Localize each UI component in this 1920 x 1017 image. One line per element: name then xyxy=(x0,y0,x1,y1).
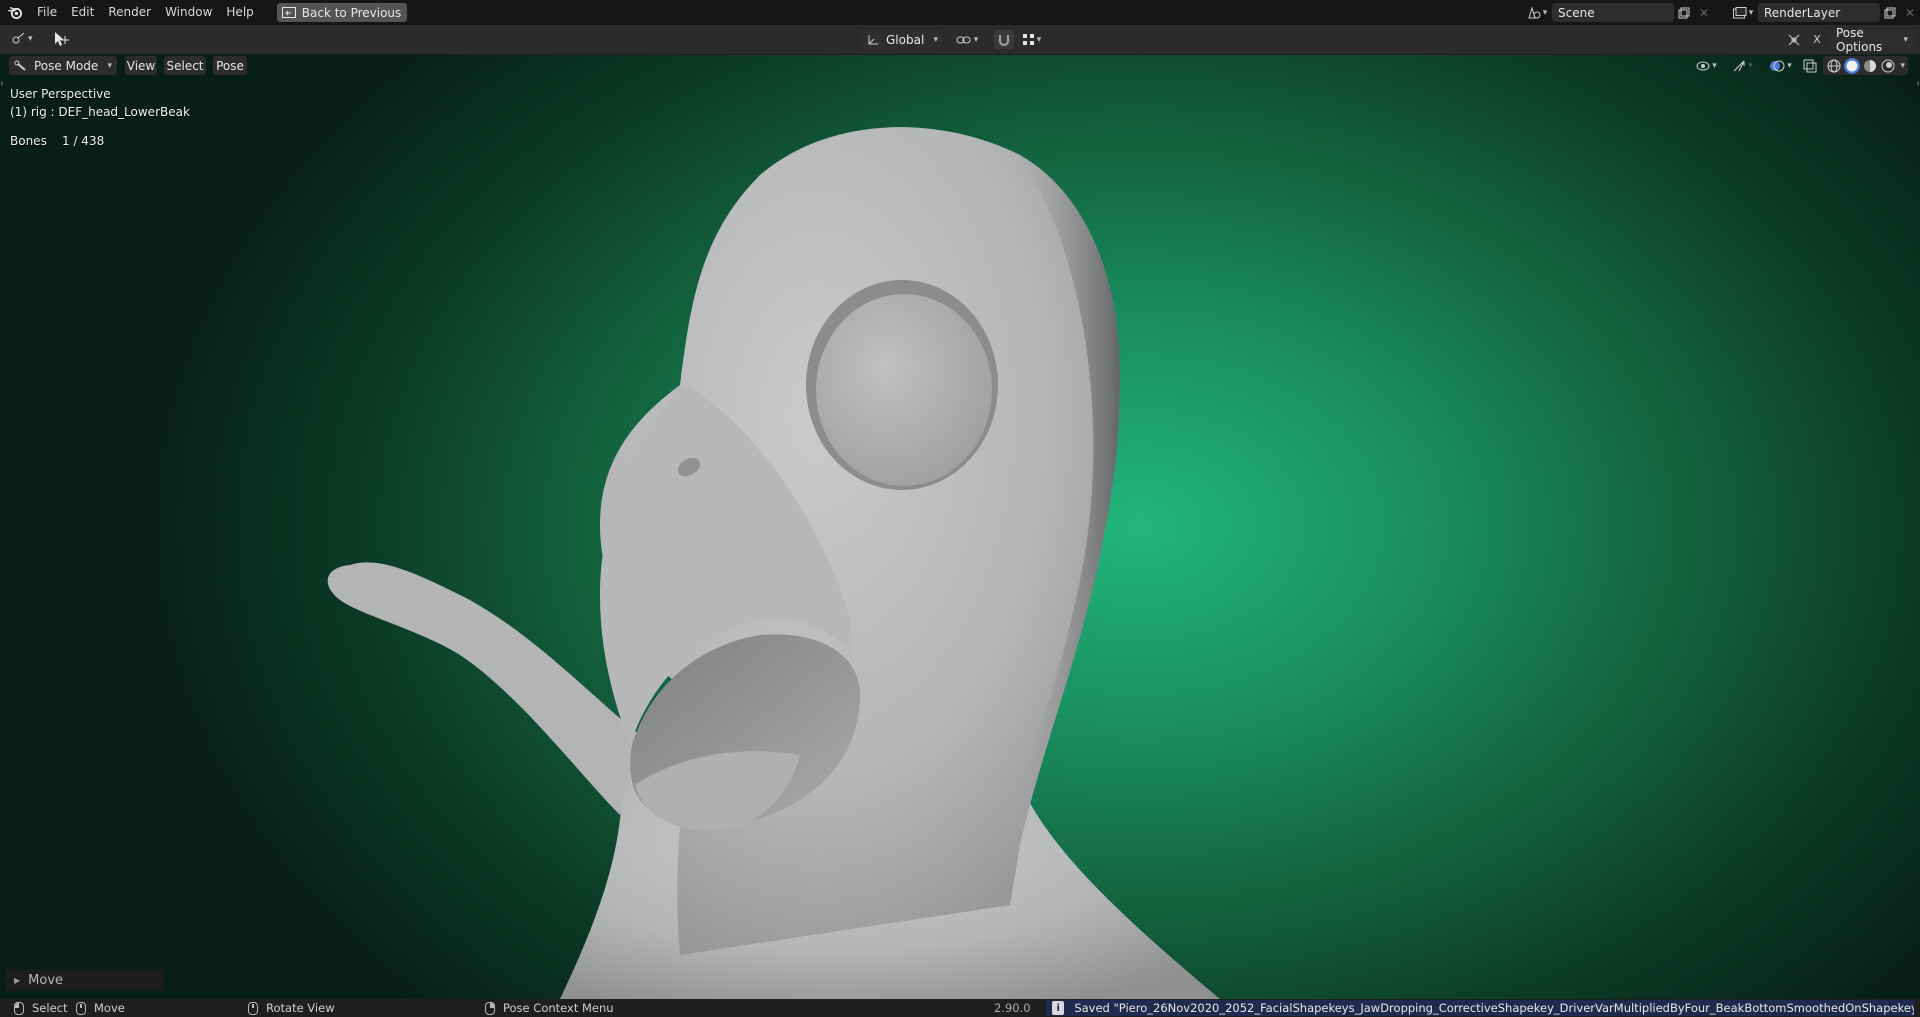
new-view-layer-icon[interactable] xyxy=(1880,3,1900,22)
3d-viewport[interactable]: Pose Mode ▾ View Select Pose ▾ ▾ ▾ ▾ › ‹… xyxy=(0,55,1920,999)
right-mouse-icon xyxy=(485,1001,495,1015)
delete-view-layer-icon[interactable]: ✕ xyxy=(1900,3,1920,22)
saved-report-message[interactable]: i Saved "Piero_26Nov2020_2052_FacialShap… xyxy=(1046,1000,1914,1016)
transform-affect-icon[interactable] xyxy=(1784,30,1804,49)
rendered-shading-icon[interactable] xyxy=(1880,58,1896,74)
gizmo-icon xyxy=(1733,60,1745,71)
scene-browse-button[interactable]: ▾ xyxy=(1522,3,1552,22)
bones-stat-value: 1 / 438 xyxy=(62,134,105,148)
back-to-previous-button[interactable]: Back to Previous xyxy=(276,3,408,22)
status-select-hint: Select xyxy=(14,999,67,1017)
toolbar-expand-arrow-icon[interactable]: › xyxy=(0,79,4,89)
transform-orientation-value: Global xyxy=(886,32,925,47)
top-menu-bar: File Edit Render Window Help Back to Pre… xyxy=(0,0,1920,25)
viewport-shading-controls: ▾ ▾ ▾ ▾ xyxy=(1691,56,1908,75)
delete-scene-icon[interactable]: ✕ xyxy=(1694,3,1714,22)
status-context-hint: Pose Context Menu xyxy=(485,999,614,1017)
overlays-icon xyxy=(1770,60,1785,71)
shading-options-dropdown[interactable]: ▾ xyxy=(1900,61,1905,71)
tool-settings-bar: ▾ Global ▾ ▾ ▾ X Pose Options ▾ xyxy=(0,25,1920,55)
x-mirror-toggle[interactable]: X xyxy=(1810,30,1824,49)
middle-mouse-icon xyxy=(76,1001,86,1015)
bones-stat-label: Bones xyxy=(10,134,47,148)
snap-target-dropdown[interactable]: ▾ xyxy=(1018,30,1046,49)
xray-toggle[interactable] xyxy=(1800,56,1820,75)
overlays-toggle[interactable]: ▾ xyxy=(1763,56,1797,75)
version-label: 2.90.0 xyxy=(994,1001,1031,1015)
viewport-header: Pose Mode ▾ View Select Pose ▾ ▾ ▾ ▾ xyxy=(0,55,1920,75)
scene-name-field[interactable]: Scene xyxy=(1552,3,1674,22)
menu-render[interactable]: Render xyxy=(101,0,158,25)
scene-icon xyxy=(1528,5,1541,18)
transform-orientation-dropdown[interactable]: Global ▾ xyxy=(862,30,942,49)
active-tool-button[interactable] xyxy=(51,30,71,48)
menu-file[interactable]: File xyxy=(30,0,64,25)
blender-logo-icon[interactable] xyxy=(7,4,24,21)
last-operator-label: Move xyxy=(28,972,64,988)
pose-mode-icon xyxy=(14,60,26,71)
expand-triangle-icon: ▶ xyxy=(14,975,21,985)
saved-message-text: Saved "Piero_26Nov2020_2052_FacialShapek… xyxy=(1074,1001,1914,1015)
visibility-dropdown[interactable]: ▾ xyxy=(1691,56,1721,75)
pivot-link-icon xyxy=(956,36,971,43)
screen-back-icon xyxy=(281,6,296,18)
interaction-mode-value: Pose Mode xyxy=(34,58,99,73)
orientation-axes-icon xyxy=(868,34,878,44)
render-layer-field[interactable]: RenderLayer xyxy=(1758,3,1880,22)
back-to-previous-label: Back to Previous xyxy=(301,5,402,20)
snap-toggle[interactable] xyxy=(994,30,1014,49)
parrot-model xyxy=(327,127,1220,999)
pose-options-label: Pose Options xyxy=(1836,25,1883,54)
menu-view[interactable]: View xyxy=(125,56,157,75)
move-tool-icon xyxy=(54,32,69,46)
view-layer-icon xyxy=(1732,6,1747,18)
eye-icon xyxy=(1696,61,1710,70)
shading-mode-group: ▾ xyxy=(1823,56,1908,75)
status-rotate-label: Rotate View xyxy=(266,1001,335,1015)
status-move-hint: Move xyxy=(76,999,125,1017)
active-bone-label: (1) rig : DEF_head_LowerBeak xyxy=(10,105,190,119)
status-bar: Select Move Rotate View Pose Context Men… xyxy=(0,999,1920,1017)
view-layer-browse-button[interactable]: ▾ xyxy=(1728,3,1758,22)
left-mouse-icon xyxy=(14,1001,24,1015)
editor-type-button[interactable]: ▾ xyxy=(10,32,33,46)
pivot-point-dropdown[interactable]: ▾ xyxy=(952,30,982,49)
status-context-label: Pose Context Menu xyxy=(503,1001,614,1015)
xray-icon xyxy=(1803,59,1817,72)
menu-select[interactable]: Select xyxy=(164,56,206,75)
middle-mouse-icon xyxy=(248,1001,258,1015)
status-move-label: Move xyxy=(94,1001,125,1015)
render-layer-name: RenderLayer xyxy=(1764,5,1841,20)
scene-name: Scene xyxy=(1558,5,1595,20)
menu-help[interactable]: Help xyxy=(219,0,260,25)
wireframe-shading-icon[interactable] xyxy=(1826,58,1842,74)
snap-grid-icon xyxy=(1022,33,1034,45)
3d-viewport-icon xyxy=(12,32,25,44)
status-select-label: Select xyxy=(32,1001,68,1015)
menu-edit[interactable]: Edit xyxy=(64,0,101,25)
last-operator-panel[interactable]: ▶ Move xyxy=(6,969,164,991)
menu-pose[interactable]: Pose xyxy=(213,56,247,75)
new-scene-icon[interactable] xyxy=(1674,3,1694,22)
menu-window[interactable]: Window xyxy=(158,0,219,25)
info-icon: i xyxy=(1052,1001,1065,1015)
view-perspective-label: User Perspective xyxy=(10,87,111,101)
material-shading-icon[interactable] xyxy=(1862,58,1878,74)
magnet-icon xyxy=(998,34,1010,46)
pose-options-dropdown[interactable]: Pose Options ▾ xyxy=(1830,26,1914,54)
interaction-mode-dropdown[interactable]: Pose Mode ▾ xyxy=(9,56,117,75)
sidebar-expand-arrow-icon[interactable]: ‹ xyxy=(1916,79,1920,89)
solid-shading-icon[interactable] xyxy=(1844,57,1861,74)
status-rotate-hint: Rotate View xyxy=(248,999,335,1017)
gizmo-toggle[interactable]: ▾ xyxy=(1724,56,1760,75)
scene-selectors: ▾ Scene ✕ ▾ RenderLayer ✕ xyxy=(1522,2,1920,23)
